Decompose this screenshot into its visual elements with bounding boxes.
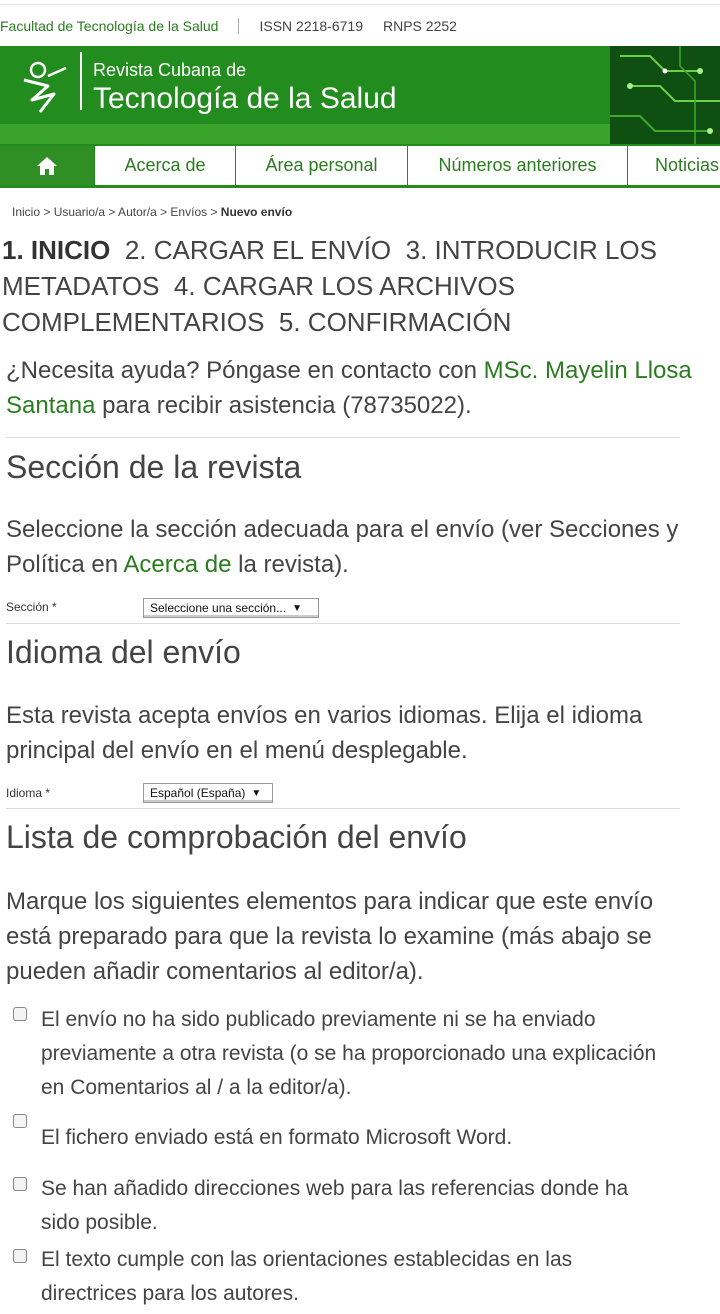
faculty-link[interactable]: Facultad de Tecnología de la Salud (0, 18, 218, 34)
nav-item-acerca[interactable]: Acerca de (94, 146, 235, 185)
nav-item-noticias[interactable]: Noticias (627, 146, 720, 185)
dropdown-arrow-icon: ▼ (251, 787, 262, 799)
dropdown-arrow-icon: ▼ (292, 602, 302, 614)
checklist-checkbox-2[interactable] (13, 1114, 27, 1128)
logo-divider (80, 52, 82, 110)
breadcrumb-current: Nuevo envío (220, 205, 293, 219)
section-description: Seleccione la sección adecuada para el e… (6, 512, 696, 582)
step-1: 1. INICIO (2, 235, 111, 265)
checklist-item-2: El fichero enviado está en formato Micro… (41, 1126, 513, 1149)
step-5: 5. CONFIRMACIÓN (278, 307, 512, 337)
checklist-checkbox-1[interactable] (13, 1007, 27, 1021)
language-select-value: Español (España) (150, 786, 246, 800)
journal-logo-icon (23, 61, 67, 113)
breadcrumb: Inicio > Usuario/a > Autor/a > Envíos > … (12, 205, 292, 219)
checklist-checkbox-3[interactable] (13, 1177, 27, 1191)
nav-item-area-personal[interactable]: Área personal (235, 146, 407, 185)
help-text: ¿Necesita ayuda? Póngase en contacto con… (6, 353, 696, 423)
nav-item-numeros-anteriores[interactable]: Números anteriores (407, 146, 627, 185)
divider (6, 808, 680, 809)
section-text-after: la revista). (231, 551, 349, 578)
journal-title-line2: Tecnología de la Salud (93, 82, 397, 115)
checklist-item-4: El texto cumple con las orientaciones es… (41, 1248, 573, 1305)
checklist-item-3: Se han añadido direcciones web para las … (41, 1177, 629, 1234)
section-select[interactable]: Seleccione una sección... ▼ (143, 598, 319, 618)
divider (238, 17, 240, 34)
language-heading: Idioma del envío (6, 634, 241, 670)
language-select[interactable]: Español (España) ▼ (143, 783, 273, 803)
checklist-heading: Lista de comprobación del envío (6, 819, 467, 855)
help-after: para recibir asistencia (78735022). (95, 392, 472, 419)
breadcrumb-path[interactable]: Inicio > Usuario/a > Autor/a > Envíos > (12, 205, 221, 219)
journal-title-line1: Revista Cubana de (93, 60, 247, 80)
checklist-item-1: El envío no ha sido publicado previament… (41, 1008, 657, 1099)
help-before: ¿Necesita ayuda? Póngase en contacto con (6, 357, 484, 384)
home-icon (37, 156, 57, 175)
section-select-value: Seleccione una sección... (150, 601, 287, 615)
divider (6, 623, 680, 624)
nav-home[interactable] (0, 146, 94, 185)
main-nav: Acerca de Área personal Números anterior… (0, 144, 720, 188)
divider (6, 437, 680, 438)
section-label: Sección * (6, 600, 57, 614)
language-description: Esta revista acepta envíos en varios idi… (6, 702, 643, 764)
step-2: 2. CARGAR EL ENVÍO (124, 235, 392, 265)
acerca-de-link[interactable]: Acerca de (123, 551, 231, 578)
submission-steps: 1. INICIO 2. CARGAR EL ENVÍO 3. INTRODUC… (2, 232, 702, 340)
journal-banner[interactable]: Revista Cubana de Tecnología de la Salud (0, 46, 720, 144)
circuit-decoration-icon (610, 46, 720, 144)
issn-text: ISSN 2218-6719 (259, 17, 363, 34)
language-label: Idioma * (6, 786, 51, 800)
section-heading: Sección de la revista (6, 449, 302, 485)
top-bar: Facultad de Tecnología de la Salud ISSN … (0, 4, 720, 46)
rnps-text: RNPS 2252 (383, 17, 457, 34)
checklist-intro: Marque los siguientes elementos para ind… (6, 888, 654, 985)
checklist-checkbox-4[interactable] (13, 1249, 27, 1263)
